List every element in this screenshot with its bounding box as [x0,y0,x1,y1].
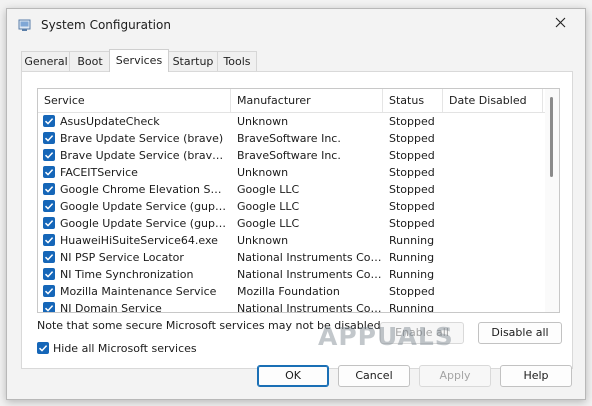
tab-general[interactable]: General [21,51,71,71]
service-checkbox[interactable] [43,200,55,212]
service-checkbox[interactable] [43,183,55,195]
table-row[interactable]: Brave Update Service (brave) BraveSoftwar… [38,130,543,147]
status-cell: Stopped [389,200,435,213]
manufacturer-cell: Google LLC [237,217,300,230]
status-cell: Running [389,268,435,281]
service-checkbox[interactable] [43,285,55,297]
column-header-manufacturer[interactable]: Manufacturer [231,89,383,112]
table-row[interactable]: Google Update Service (gupdate) Google LL… [38,198,543,215]
table-row[interactable]: NI Domain Service National Instruments Co… [38,300,543,313]
cancel-button[interactable]: Cancel [338,365,410,387]
service-checkbox[interactable] [43,217,55,229]
manufacturer-cell: Unknown [237,115,289,128]
service-name-cell: Brave Update Service (bravem) [60,149,228,162]
status-cell: Stopped [389,183,435,196]
service-name-cell: FACEITService [60,166,138,179]
tab-services[interactable]: Services [109,49,169,72]
table-row[interactable]: FACEITService Unknown Stopped [38,164,543,181]
status-cell: Stopped [389,285,435,298]
services-list[interactable]: Service Manufacturer Status Date Disable… [37,88,560,313]
status-cell: Running [389,251,435,264]
help-button[interactable]: Help [500,365,572,387]
service-checkbox[interactable] [43,149,55,161]
service-name-cell: NI Domain Service [60,302,162,313]
service-checkbox[interactable] [43,302,55,312]
table-row[interactable]: Google Update Service (gupdatem) Google L… [38,215,543,232]
service-checkbox[interactable] [43,268,55,280]
service-name-cell: NI Time Synchronization [60,268,194,281]
manufacturer-cell: National Instruments Corp... [237,302,383,313]
window-title: System Configuration [41,18,171,32]
service-name-cell: Google Update Service (gupdate) [60,200,228,213]
disable-all-button[interactable]: Disable all [478,322,562,344]
table-row[interactable]: NI PSP Service Locator National Instrumen… [38,249,543,266]
status-cell: Stopped [389,132,435,145]
column-header-status[interactable]: Status [383,89,443,112]
manufacturer-cell: Google LLC [237,183,300,196]
watermark-logo: APPUALS [318,322,454,351]
close-button[interactable] [539,9,581,39]
table-row[interactable]: Brave Update Service (bravem) BraveSoftwa… [38,147,543,164]
service-name-cell: Google Chrome Elevation Servic... [60,183,228,196]
ok-button[interactable]: OK [257,365,329,387]
service-checkbox[interactable] [43,234,55,246]
vertical-scrollbar[interactable] [545,89,559,312]
hide-microsoft-services-label: Hide all Microsoft services [53,342,197,355]
service-name-cell: AsusUpdateCheck [60,115,160,128]
manufacturer-cell: National Instruments Corp... [237,268,383,281]
manufacturer-cell: BraveSoftware Inc. [237,149,341,162]
service-name-cell: Brave Update Service (brave) [60,132,224,145]
manufacturer-cell: Unknown [237,166,289,179]
table-row[interactable]: NI Time Synchronization National Instrume… [38,266,543,283]
manufacturer-cell: Google LLC [237,200,300,213]
service-checkbox[interactable] [43,132,55,144]
service-checkbox[interactable] [43,115,55,127]
tab-label: Startup [172,55,214,68]
tab-label: Boot [77,55,103,68]
apply-button[interactable]: Apply [419,365,491,387]
table-row[interactable]: HuaweiHiSuiteService64.exe Unknown Running [38,232,543,249]
tab-tools[interactable]: Tools [217,51,257,71]
service-name-cell: HuaweiHiSuiteService64.exe [60,234,218,247]
table-row[interactable]: Mozilla Maintenance Service Mozilla Found… [38,283,543,300]
scroll-thumb[interactable] [550,97,553,177]
service-name-cell: NI PSP Service Locator [60,251,184,264]
status-cell: Running [389,302,435,313]
tab-startup[interactable]: Startup [167,51,219,71]
manufacturer-cell: Mozilla Foundation [237,285,340,298]
status-cell: Stopped [389,166,435,179]
table-row[interactable]: Google Chrome Elevation Servic... Google … [38,181,543,198]
title-bar[interactable]: System Configuration [7,9,585,41]
msconfig-icon [18,18,32,32]
service-rows: AsusUpdateCheck Unknown Stopped Brave Updat… [38,113,543,313]
column-header-date-disabled[interactable]: Date Disabled [443,89,543,112]
tab-label: Services [115,54,163,67]
status-cell: Stopped [389,115,435,128]
checkbox-checked-icon[interactable] [37,342,49,354]
service-checkbox[interactable] [43,166,55,178]
service-checkbox[interactable] [43,251,55,263]
table-row[interactable]: AsusUpdateCheck Unknown Stopped [38,113,543,130]
service-name-cell: Mozilla Maintenance Service [60,285,217,298]
manufacturer-cell: National Instruments Corp... [237,251,383,264]
status-cell: Running [389,234,435,247]
manufacturer-cell: Unknown [237,234,289,247]
service-name-cell: Google Update Service (gupdatem) [60,217,228,230]
status-cell: Stopped [389,217,435,230]
tab-boot[interactable]: Boot [69,51,111,71]
services-tab-panel: Service Manufacturer Status Date Disable… [21,71,573,369]
tab-label: General [24,55,68,68]
status-cell: Stopped [389,149,435,162]
system-configuration-window: System Configuration General Boot Servic… [6,8,586,400]
tab-label: Tools [223,55,251,68]
manufacturer-cell: BraveSoftware Inc. [237,132,341,145]
close-icon [555,16,566,32]
list-header: Service Manufacturer Status Date Disable… [38,89,559,113]
column-header-service[interactable]: Service [38,89,231,112]
